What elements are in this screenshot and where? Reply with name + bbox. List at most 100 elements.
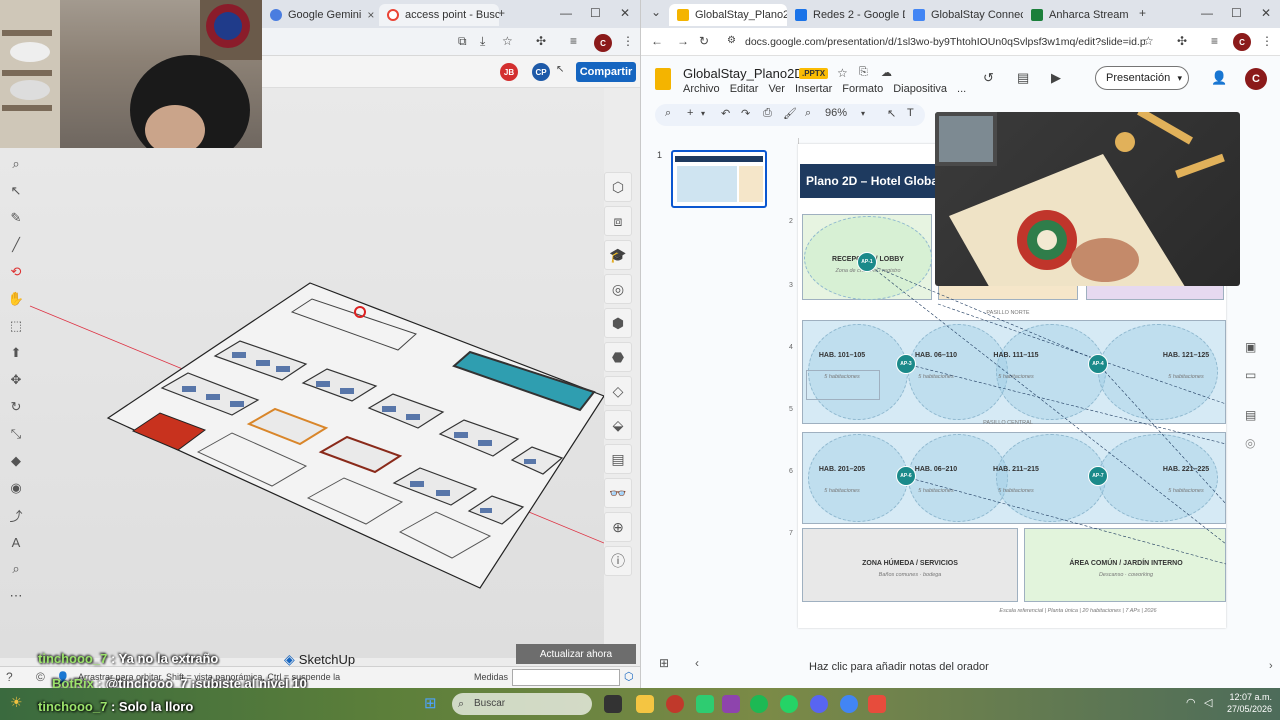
menu-diapositiva[interactable]: Diapositiva xyxy=(893,83,947,95)
paint-bucket-icon[interactable]: ◆ xyxy=(4,449,28,473)
measures-input[interactable] xyxy=(512,669,620,686)
instructor-icon[interactable]: 🎓 xyxy=(604,240,632,270)
chevron-down-icon[interactable]: ▾ xyxy=(861,109,865,118)
share-people-icon[interactable]: 👤 xyxy=(1211,70,1227,86)
new-slide-icon[interactable]: + xyxy=(687,107,693,119)
menu-kebab-icon[interactable]: ⋮ xyxy=(622,34,634,48)
menu-insertar[interactable]: Insertar xyxy=(795,83,832,95)
globe-icon[interactable]: ⊕ xyxy=(604,512,632,542)
section-icon[interactable]: ⤴ xyxy=(4,503,28,527)
url-field[interactable]: docs.google.com/presentation/d/1sl3wo-by… xyxy=(745,33,1145,51)
search-icon[interactable]: ⌕ xyxy=(4,152,28,176)
tab-google-gemini[interactable]: Google Gemini × xyxy=(262,4,377,26)
app-icon[interactable] xyxy=(666,695,684,713)
star-icon[interactable]: ☆ xyxy=(837,66,848,80)
site-info-icon[interactable]: ⚙ xyxy=(727,35,736,46)
history-icon[interactable]: ↺ xyxy=(983,70,994,86)
extensions-icon[interactable]: ✣ xyxy=(1177,34,1187,48)
chevron-down-icon[interactable]: ▾ xyxy=(1177,73,1182,84)
pencil-icon[interactable]: ╱ xyxy=(4,233,28,257)
scenes-icon[interactable]: ▤ xyxy=(604,444,632,474)
styles-icon[interactable]: ⬢ xyxy=(604,308,632,338)
materials-icon[interactable]: ◎ xyxy=(604,274,632,304)
menu-ver[interactable]: Ver xyxy=(768,83,785,95)
close-window-icon[interactable]: ✕ xyxy=(1261,6,1271,20)
spotify-icon[interactable] xyxy=(750,695,768,713)
chrome-icon[interactable] xyxy=(840,695,858,713)
taskbar-search[interactable]: ⌕ Buscar xyxy=(452,693,592,715)
menu-kebab-icon[interactable]: ⋮ xyxy=(1261,34,1273,48)
network-icon[interactable]: ◠ xyxy=(1186,696,1196,709)
search-menus-icon[interactable]: ⌕ xyxy=(665,107,671,120)
zoom-icon[interactable]: ⌕ xyxy=(805,107,811,120)
info-icon[interactable]: ⓘ xyxy=(604,546,632,576)
app-icon[interactable] xyxy=(696,695,714,713)
display-icon[interactable]: 👓 xyxy=(604,478,632,508)
back-icon[interactable]: ← xyxy=(651,34,663,48)
line-tool-icon[interactable]: ⬚ xyxy=(4,314,28,338)
slides-logo-icon[interactable] xyxy=(655,68,671,90)
comments-icon[interactable]: ▤ xyxy=(1017,70,1029,86)
orbit-icon[interactable]: ⟲ xyxy=(4,260,28,284)
discord-icon[interactable] xyxy=(810,695,828,713)
maximize-icon[interactable]: ☐ xyxy=(590,6,601,20)
collaborator-avatar[interactable]: JB xyxy=(500,63,518,81)
bucket-panel-icon[interactable]: ⬙ xyxy=(604,410,632,440)
profile-avatar[interactable]: C xyxy=(1233,33,1251,51)
circle-icon[interactable]: ◎ xyxy=(1245,436,1269,450)
minimize-icon[interactable]: — xyxy=(560,6,572,20)
new-tab-button[interactable]: + xyxy=(498,6,505,20)
translate-icon[interactable]: ⧉ xyxy=(458,34,467,49)
tags-icon[interactable]: ⬣ xyxy=(604,342,632,372)
access-point-marker[interactable]: AP-4 xyxy=(1088,354,1108,374)
entity-info-icon[interactable]: ⬡ xyxy=(604,172,632,202)
menu-formato[interactable]: Formato xyxy=(842,83,883,95)
components-icon[interactable]: ⧈ xyxy=(604,206,632,236)
eraser-icon[interactable]: ✎ xyxy=(4,206,28,230)
tab-list-icon[interactable]: ⌄ xyxy=(651,5,661,19)
pan-icon[interactable]: ✋ xyxy=(4,287,28,311)
tape-measure-icon[interactable]: ◉ xyxy=(4,476,28,500)
chevron-down-icon[interactable]: ▾ xyxy=(701,109,705,118)
grid-view-icon[interactable]: ⊞ xyxy=(659,656,669,670)
bookmark-star-icon[interactable]: ☆ xyxy=(1143,34,1154,48)
access-point-marker[interactable]: AP-6 xyxy=(896,466,916,486)
extensions-icon[interactable]: ✣ xyxy=(536,34,546,48)
text-tool-icon[interactable]: A xyxy=(4,530,28,554)
media-icon[interactable]: ≡ xyxy=(570,34,577,48)
account-avatar[interactable]: C xyxy=(1245,68,1267,90)
app-icon[interactable] xyxy=(722,695,740,713)
move-folder-icon[interactable]: ⎘ xyxy=(859,66,868,79)
zoom-value[interactable]: 96% xyxy=(825,107,847,119)
select-tool-icon[interactable]: ↖ xyxy=(4,179,28,203)
extension-warehouse-icon[interactable]: ⬡ xyxy=(624,670,634,683)
more-tools-icon[interactable]: ⋯ xyxy=(4,584,28,608)
zoom-icon[interactable]: ⌕ xyxy=(4,557,28,581)
whatsapp-icon[interactable] xyxy=(780,695,798,713)
collapse-panel-icon[interactable]: ‹ xyxy=(695,656,699,670)
close-window-icon[interactable]: ✕ xyxy=(620,6,630,20)
install-icon[interactable]: ⤓ xyxy=(480,34,485,49)
start-icon[interactable]: ⊞ xyxy=(424,694,437,712)
slide-thumbnail[interactable] xyxy=(671,150,767,208)
forward-icon[interactable]: → xyxy=(677,34,689,48)
tab-access-point[interactable]: access point - Busc × xyxy=(379,4,499,26)
present-button[interactable]: Presentación ▾ xyxy=(1095,66,1189,90)
profile-avatar[interactable]: C xyxy=(594,34,612,52)
redo-icon[interactable]: ↷ xyxy=(741,107,750,120)
maximize-icon[interactable]: ☐ xyxy=(1231,6,1242,20)
close-tab-icon[interactable]: × xyxy=(1134,8,1135,22)
notes-panel-icon[interactable]: ▤ xyxy=(1245,408,1269,422)
weather-icon[interactable]: ☀ xyxy=(10,694,23,711)
new-tab-button[interactable]: + xyxy=(1139,6,1146,20)
select-tool-icon[interactable]: ↖ xyxy=(887,107,896,120)
app-icon[interactable] xyxy=(868,695,886,713)
media-icon[interactable]: ≡ xyxy=(1211,34,1218,48)
move-icon[interactable]: ✥ xyxy=(4,368,28,392)
minimize-icon[interactable]: — xyxy=(1201,6,1213,20)
tab-redes[interactable]: Redes 2 - Google D × xyxy=(787,4,905,26)
rotate-icon[interactable]: ↻ xyxy=(4,395,28,419)
scale-icon[interactable]: ⤡ xyxy=(4,422,28,446)
menu-editar[interactable]: Editar xyxy=(730,83,759,95)
3d-viewport[interactable] xyxy=(0,88,605,658)
